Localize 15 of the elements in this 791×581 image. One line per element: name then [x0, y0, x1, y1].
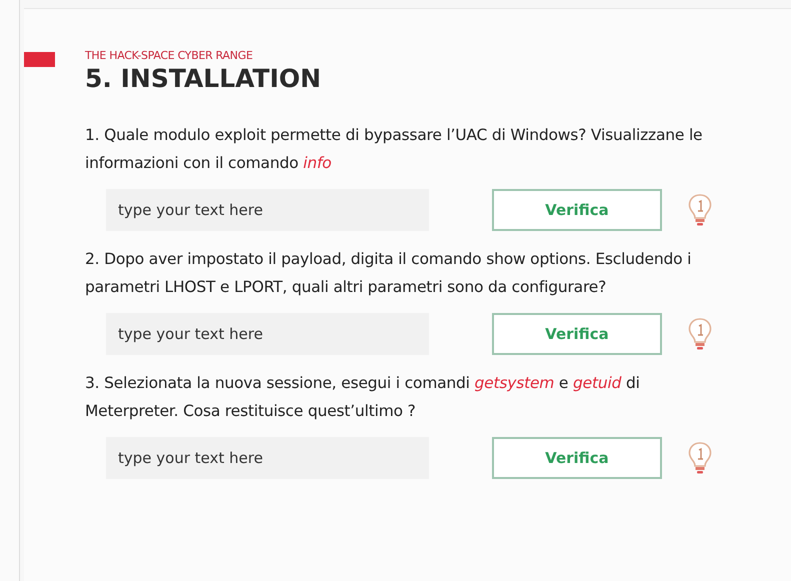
section-kicker: THE HACK-SPACE CYBER RANGE	[85, 49, 254, 63]
answer-field[interactable]: type your text here	[106, 189, 429, 231]
lightbulb-icon[interactable]	[687, 441, 713, 475]
lightbulb-icon[interactable]	[687, 193, 713, 227]
verify-button[interactable]: Verifica	[492, 189, 662, 231]
answer-field[interactable]: type your text here	[106, 437, 429, 479]
question-text: 2. Dopo aver impostato il payload, digita il comando show options. Escludendo i parametri LHOST e LPORT, quali altri parametri sono da configurare?	[85, 249, 692, 298]
lightbulb-icon[interactable]	[687, 317, 713, 351]
answer-field[interactable]: type your text here	[106, 313, 429, 355]
verify-button[interactable]: Verifica	[492, 313, 662, 355]
section-title: 5. INSTALLATION	[85, 63, 322, 95]
question-text: 3. Selezionata la nuova sessione, esegui i comandi getsystem e getuid di Meterpreter. Cosa restituisce quest’ultimo ?	[85, 373, 641, 422]
verify-button[interactable]: Verifica	[492, 437, 662, 479]
section-marker	[24, 52, 55, 67]
question-text: 1. Quale modulo exploit permette di bypassare l’UAC di Windows? Visualizzane le informazioni con il comando info	[85, 125, 704, 174]
